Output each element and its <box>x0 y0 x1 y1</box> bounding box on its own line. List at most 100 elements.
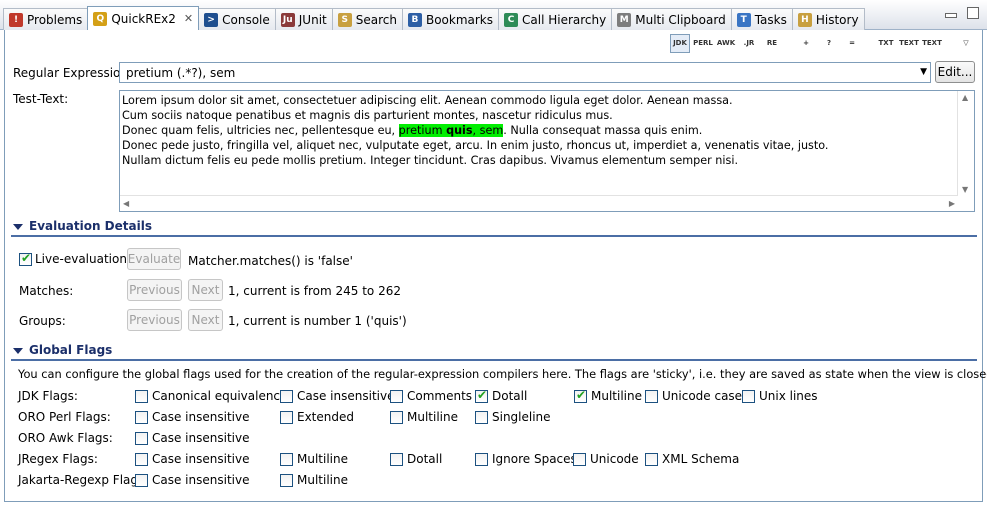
section-title: Evaluation Details <box>29 219 152 233</box>
oro-perl-singleline-checkbox[interactable] <box>475 411 488 424</box>
text-line-3-pre: Donec quam felis, ultricies nec, pellent… <box>122 124 399 137</box>
view-tab-strip: ! Problems Q QuickREx2 ✕ > Console Ju JUnit S Sear… <box>0 0 987 30</box>
awk-regex-button-icon[interactable]: AWK <box>716 34 736 53</box>
groups-next-button[interactable]: Next <box>188 309 223 331</box>
horizontal-scrollbar[interactable]: ◀ ▶ <box>120 195 958 211</box>
flag-label: Dotall <box>407 452 443 466</box>
flag-label: Multiline <box>297 452 348 466</box>
copy-to-clipboard-button-icon[interactable]: = <box>842 34 862 53</box>
jdk-unicode-case-checkbox[interactable] <box>645 390 658 403</box>
view-menu-button-icon[interactable]: ▽ <box>956 34 976 53</box>
jregex-xml-schema-checkbox[interactable] <box>645 453 658 466</box>
call-hierarchy-icon: C <box>504 12 519 27</box>
vertical-scrollbar[interactable]: ▲ ▼ <box>957 91 974 196</box>
jdk-regex-toggle-icon[interactable]: JDK <box>670 33 690 53</box>
problems-icon: ! <box>9 12 23 27</box>
global-flags-header[interactable]: Global Flags <box>11 343 977 361</box>
twisty-expanded-icon[interactable] <box>13 348 23 354</box>
jdk-case-insensitive-checkbox[interactable] <box>280 390 293 403</box>
text-button-2-icon[interactable]: TEXT <box>899 34 919 53</box>
scroll-left-icon[interactable]: ◀ <box>123 199 129 208</box>
tab-bookmarks[interactable]: B Bookmarks <box>401 8 500 30</box>
close-icon[interactable]: ✕ <box>184 12 193 25</box>
match-highlight: pretium quis, sem <box>398 124 504 137</box>
window-controls <box>945 7 979 19</box>
matches-previous-button[interactable]: Previous <box>127 279 182 301</box>
tab-junit[interactable]: Ju JUnit <box>274 8 333 30</box>
oro-perl-multiline-checkbox[interactable] <box>390 411 403 424</box>
tab-tasks[interactable]: T Tasks <box>730 8 793 30</box>
flag-label: Ignore Spaces <box>492 452 577 466</box>
flag-label: Case insensitive <box>297 389 395 403</box>
text-line-3-post: . Nulla consequat massa quis enim. <box>503 124 703 137</box>
oro-awk-flags-label: ORO Awk Flags: <box>18 431 113 445</box>
oro-awk-case-insensitive-checkbox[interactable] <box>135 432 148 445</box>
jakarta-case-insensitive-checkbox[interactable] <box>135 474 148 487</box>
console-icon: > <box>204 12 219 27</box>
flag-label: Dotall <box>492 389 528 403</box>
test-text-area[interactable]: Lorem ipsum dolor sit amet, consectetuer… <box>119 90 975 212</box>
jregex-dotall-checkbox[interactable] <box>390 453 403 466</box>
add-to-library-button-icon[interactable]: + <box>796 34 816 53</box>
jregex-ignore-spaces-checkbox[interactable] <box>475 453 488 466</box>
jregex-case-insensitive-checkbox[interactable] <box>135 453 148 466</box>
jdk-comments-checkbox[interactable] <box>390 390 403 403</box>
maximize-icon[interactable] <box>967 7 979 19</box>
text-button-1-icon[interactable]: TXT <box>876 34 896 53</box>
jdk-canonical-equivalence-checkbox[interactable] <box>135 390 148 403</box>
scroll-down-icon[interactable]: ▼ <box>962 185 968 194</box>
tab-console[interactable]: > Console <box>198 8 276 30</box>
jdk-flags-label: JDK Flags: <box>18 389 78 403</box>
evaluation-details-header[interactable]: Evaluation Details <box>11 219 977 237</box>
flag-label: Extended <box>297 410 354 424</box>
oro-perl-extended-checkbox[interactable] <box>280 411 293 424</box>
view-toolbar: JDK PERL AWK .JR RE +? = TXT TEXT TEXT ▽ <box>670 33 976 53</box>
groups-previous-button[interactable]: Previous <box>127 309 182 331</box>
minimize-icon[interactable] <box>945 13 957 18</box>
flag-label: Multiline <box>297 473 348 487</box>
jakarta-multiline-checkbox[interactable] <box>280 474 293 487</box>
jregex-button-icon[interactable]: .JR <box>739 34 759 53</box>
flag-label: Canonical equivalence <box>152 389 288 403</box>
perl-regex-button-icon[interactable]: PERL <box>693 34 713 53</box>
scroll-up-icon[interactable]: ▲ <box>962 93 968 102</box>
flag-label: Unicode <box>590 452 639 466</box>
scroll-right-icon[interactable]: ▶ <box>949 199 955 208</box>
organize-button-icon[interactable]: ? <box>819 34 839 53</box>
groups-label: Groups: <box>19 314 66 328</box>
jdk-multiline-checkbox[interactable] <box>574 388 587 403</box>
tab-call-hierarchy[interactable]: C Call Hierarchy <box>498 8 613 30</box>
jdk-unix-lines-checkbox[interactable] <box>742 390 755 403</box>
live-evaluation-checkbox[interactable] <box>19 251 32 266</box>
tab-history[interactable]: H History <box>791 8 865 30</box>
tab-multi-clipboard[interactable]: M Multi Clipboard <box>611 8 732 30</box>
oro-perl-case-insensitive-checkbox[interactable] <box>135 411 148 424</box>
matches-label: Matches: <box>19 284 74 298</box>
jakarta-regex-button-icon[interactable]: RE <box>762 34 782 53</box>
twisty-expanded-icon[interactable] <box>13 224 23 230</box>
regex-combo[interactable]: pretium (.*?), sem ▼ <box>119 62 931 83</box>
flag-label: Case insensitive <box>152 452 250 466</box>
tab-label: Console <box>222 12 270 27</box>
flag-label: Unix lines <box>759 389 818 403</box>
jregex-unicode-checkbox[interactable] <box>573 453 586 466</box>
evaluate-button[interactable]: Evaluate <box>127 248 181 270</box>
tab-problems[interactable]: ! Problems <box>3 8 89 30</box>
jregex-multiline-checkbox[interactable] <box>280 453 293 466</box>
jdk-dotall-checkbox[interactable] <box>475 388 488 403</box>
flag-label: Multiline <box>591 389 642 403</box>
text-button-3-icon[interactable]: TEXT <box>922 34 942 53</box>
search-icon: S <box>337 12 352 27</box>
tab-search[interactable]: S Search <box>331 8 403 30</box>
matches-next-button[interactable]: Next <box>188 279 223 301</box>
text-line-1: Lorem ipsum dolor sit amet, consectetuer… <box>122 94 733 107</box>
edit-button[interactable]: Edit... <box>935 61 975 83</box>
chevron-down-icon[interactable]: ▼ <box>920 67 927 77</box>
match-part-a: pretium <box>398 124 447 137</box>
tab-label: Multi Clipboard <box>635 12 726 27</box>
bookmarks-icon: B <box>407 12 422 27</box>
flag-label: Unicode case <box>662 389 743 403</box>
match-part-c: , sem <box>472 124 504 137</box>
tab-quickrex2[interactable]: Q QuickREx2 ✕ <box>87 6 200 30</box>
matcher-status: Matcher.matches() is 'false' <box>188 254 353 268</box>
